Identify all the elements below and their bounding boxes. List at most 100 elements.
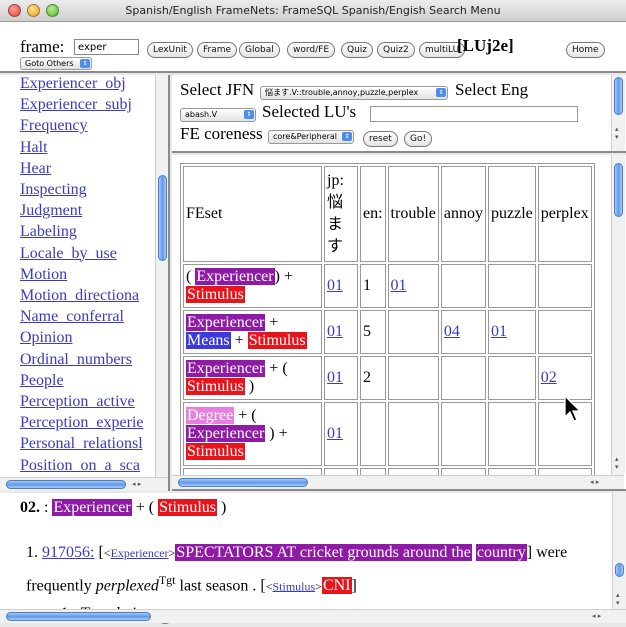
jp-count-link[interactable]: 01 xyxy=(327,277,343,294)
mouse-cursor-icon xyxy=(564,395,582,422)
sentence-id-link[interactable]: 917056: xyxy=(42,544,94,561)
feset-cell: ( Experiencer) + Stimulus xyxy=(183,264,322,308)
home-button[interactable]: Home xyxy=(566,42,605,58)
experiencer-span: country xyxy=(475,544,527,561)
frame-label: frame: xyxy=(20,37,65,56)
selected-lus-input[interactable] xyxy=(370,106,578,122)
eng-select-value: abash.V xyxy=(185,110,218,119)
frame-list-item[interactable]: Perception_experie xyxy=(20,412,144,433)
perplex-count-link[interactable]: 02 xyxy=(541,369,557,386)
frame-list-item[interactable]: Name_conferral xyxy=(20,306,144,327)
table-row: Degree + ( Experiencer ) + Stimulus 01 xyxy=(183,402,592,466)
quiz-button[interactable]: Quiz xyxy=(341,42,374,58)
trouble-cell: 01 xyxy=(387,264,439,308)
target-word: perplexed xyxy=(95,577,159,595)
scroll-thumb[interactable] xyxy=(614,77,623,115)
trouble-header: trouble xyxy=(387,166,439,262)
scroll-thumb[interactable] xyxy=(614,163,623,217)
en-cell xyxy=(360,402,386,466)
perplex-cell xyxy=(537,310,592,354)
frame-list-item[interactable]: Experiencer_subj xyxy=(20,94,144,115)
scroll-arrows-icon[interactable]: ◂ ▸ xyxy=(592,612,601,620)
frame-list-item[interactable]: Labeling xyxy=(20,221,144,242)
frame-list-item[interactable]: People xyxy=(20,370,144,391)
frame-search-input[interactable] xyxy=(74,39,139,55)
perplex-header: perplex xyxy=(537,166,592,262)
select-arrows-icon: ⇕ xyxy=(80,59,90,68)
scroll-arrows-icon[interactable]: ▴ ▾ xyxy=(616,591,620,607)
trouble-count-link[interactable]: 01 xyxy=(391,277,407,294)
frame-list-vertical-scrollbar[interactable] xyxy=(155,75,168,477)
frame-list-item[interactable]: Locale_by_use xyxy=(20,243,144,264)
frame-list-item[interactable]: Halt xyxy=(20,137,144,158)
detail-horizontal-scrollbar[interactable]: ◂ ▸ xyxy=(0,609,626,623)
frame-list-item[interactable]: Opinion xyxy=(20,327,144,348)
stimulus-fe-link[interactable]: Stimulus xyxy=(272,579,315,593)
cni-tag: CNI xyxy=(321,577,352,595)
top-toolbar: frame: LexUnit Frame Global word/FE Quiz… xyxy=(0,22,626,73)
frame-list-item[interactable]: Motion_directiona xyxy=(20,285,144,306)
frame-list-horizontal-scrollbar[interactable]: ◂ ▸ xyxy=(0,477,168,491)
frame-list-item[interactable]: Motion xyxy=(20,264,144,285)
experiencer-fe-link[interactable]: Experiencer xyxy=(111,546,169,560)
frame-list-item[interactable]: Inspecting xyxy=(20,179,144,200)
jfn-select[interactable]: 悩ます.V::trouble,annoy,puzzle,perplex ⇕ xyxy=(260,86,448,100)
fe-experiencer-tag: Experiencer xyxy=(186,360,266,377)
jp-count-link[interactable]: 01 xyxy=(327,369,343,386)
frame-list-item[interactable]: Judgment xyxy=(20,200,144,221)
table-horizontal-scrollbar[interactable]: ◂ ▸ xyxy=(172,475,624,489)
scroll-arrows-icon[interactable]: ▴ ▾ xyxy=(615,125,619,141)
scroll-thumb[interactable] xyxy=(6,480,126,489)
fe-stimulus-tag: Stimulus xyxy=(186,286,245,303)
scroll-thumb[interactable] xyxy=(158,175,167,261)
lexunit-button[interactable]: LexUnit xyxy=(147,42,193,58)
window-title: Spanish/English FrameNets: FrameSQL Span… xyxy=(125,4,501,17)
frame-list-item[interactable]: Personal_relationsl xyxy=(20,433,144,454)
reset-button[interactable]: reset xyxy=(363,131,398,147)
table-header-row: FEset jp: 悩 ま す en: trouble annoy puzzle… xyxy=(183,166,592,262)
puzzle-header: puzzle xyxy=(487,166,536,262)
quiz2-button[interactable]: Quiz2 xyxy=(377,42,415,58)
annoy-cell xyxy=(440,264,486,308)
detail-vertical-scrollbar[interactable]: ▴ ▾ xyxy=(612,493,626,609)
goto-others-select[interactable]: Goto Others ⇕ xyxy=(20,57,92,70)
scroll-thumb[interactable] xyxy=(6,612,151,621)
frame-list-item[interactable]: Frequency xyxy=(20,115,144,136)
goto-others-label: Goto Others xyxy=(25,59,74,68)
select-arrows-icon: ⇕ xyxy=(342,132,352,141)
frame-list-item[interactable]: Perception_active xyxy=(20,391,144,412)
frame-list-item[interactable]: Position_on_a_sca xyxy=(20,455,144,476)
fe-experiencer-tag: Experiencer xyxy=(195,268,275,285)
feset-cell: Experiencer + Means + Stimulus xyxy=(183,310,322,354)
annoy-count-link[interactable]: 04 xyxy=(444,323,460,340)
fe-experiencer-tag: Experiencer xyxy=(52,499,132,516)
feset-cell: Degree + ( Experiencer ) + Stimulus xyxy=(183,402,322,466)
puzzle-count-link[interactable]: 01 xyxy=(491,323,507,340)
word-fe-button[interactable]: word/FE xyxy=(287,42,336,58)
scroll-arrows-icon[interactable]: ▴ ▾ xyxy=(615,455,619,471)
go-button[interactable]: Go! xyxy=(404,131,433,147)
frame-button[interactable]: Frame xyxy=(197,42,238,58)
fe-means-tag: Means xyxy=(186,332,231,349)
jp-count-link[interactable]: 01 xyxy=(327,425,343,442)
select-pane-scrollbar[interactable]: ▴ ▾ xyxy=(611,75,625,151)
scroll-thumb[interactable] xyxy=(615,563,624,577)
global-button[interactable]: Global xyxy=(239,42,280,58)
frame-list-item[interactable]: Ordinal_numbers xyxy=(20,349,144,370)
table-vertical-scrollbar[interactable]: ▴ ▾ xyxy=(611,155,625,475)
frame-list-item[interactable]: Experiencer_obj xyxy=(20,75,144,94)
en-header: en: xyxy=(360,166,386,262)
table-row: ( Experiencer) + Stimulus 01 1 01 xyxy=(183,264,592,308)
title-bar: Spanish/English FrameNets: FrameSQL Span… xyxy=(0,0,626,22)
jp-count-link[interactable]: 01 xyxy=(327,323,343,340)
fe-coreness-select[interactable]: core&Peripheral ⇕ xyxy=(268,130,354,144)
scroll-arrows-icon[interactable]: ◂ ▸ xyxy=(590,478,599,486)
table-row: Experiencer + ( Stimulus ) 01 2 02 xyxy=(183,356,592,400)
scroll-thumb[interactable] xyxy=(178,478,308,487)
trouble-cell xyxy=(387,310,439,354)
en-cell: 5 xyxy=(360,310,386,354)
frame-list-item[interactable]: Hear xyxy=(20,158,144,179)
eng-select[interactable]: abash.V ⇕ xyxy=(180,108,256,122)
en-cell: 1 xyxy=(360,264,386,308)
scroll-arrows-icon[interactable]: ◂ ▸ xyxy=(132,480,141,488)
